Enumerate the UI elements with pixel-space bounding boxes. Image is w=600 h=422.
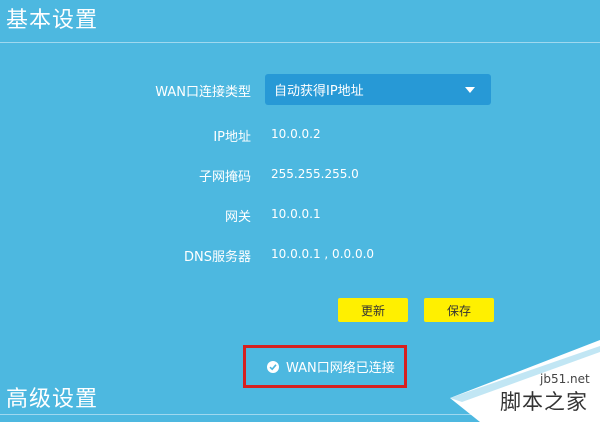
- advanced-settings-title: 高级设置: [6, 387, 99, 412]
- wan-type-select[interactable]: 自动获得IP地址: [265, 74, 491, 105]
- check-circle-icon: [267, 360, 279, 373]
- refresh-button[interactable]: 更新: [338, 298, 408, 322]
- ip-value: 10.0.0.2: [271, 127, 321, 141]
- subnet-mask-label: 子网掩码: [198, 170, 251, 185]
- subnet-mask-value: 255.255.255.0: [271, 167, 359, 181]
- divider: [0, 42, 600, 43]
- wan-type-label: WAN口连接类型: [155, 85, 251, 100]
- ip-label: IP地址: [213, 130, 251, 145]
- gateway-label: 网关: [224, 210, 251, 225]
- dns-server-value: 10.0.0.1 , 0.0.0.0: [271, 247, 375, 261]
- basic-settings-title: 基本设置: [6, 8, 99, 33]
- save-button[interactable]: 保存: [424, 298, 494, 322]
- gateway-value: 10.0.0.1: [271, 207, 321, 221]
- watermark-url: jb51.net: [540, 372, 590, 386]
- caret-down-icon: [465, 87, 475, 93]
- wan-type-value: 自动获得IP地址: [274, 84, 364, 99]
- dns-server-label: DNS服务器: [184, 250, 251, 265]
- wan-status-indicator: WAN口网络已连接: [243, 345, 407, 388]
- watermark-name: 脚本之家: [500, 390, 588, 414]
- wan-status-text: WAN口网络已连接: [286, 361, 395, 376]
